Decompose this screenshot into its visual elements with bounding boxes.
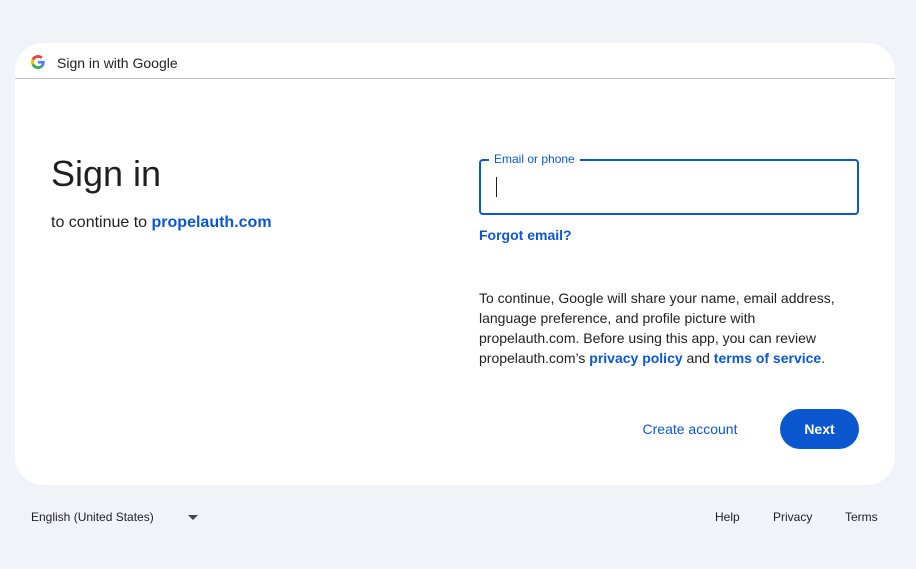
subtitle: to continue to propelauth.com [51,213,272,233]
help-link[interactable]: Help [715,509,740,525]
forgot-email-link[interactable]: Forgot email? [479,226,572,244]
footer: English (United States) Help Privacy Ter… [0,505,916,529]
text-caret [496,177,497,197]
language-selector[interactable]: English (United States) [31,509,154,525]
caret-down-icon[interactable] [188,515,198,520]
google-g-icon [31,55,45,69]
subtitle-text: to continue to [51,214,148,231]
privacy-link[interactable]: Privacy [773,509,812,525]
email-input[interactable] [495,173,845,201]
header-title: Sign in with Google [57,55,178,71]
card-header: Sign in with Google [15,43,895,79]
terms-link[interactable]: Terms [845,509,878,525]
email-field-label: Email or phone [489,152,580,166]
page-title: Sign in [51,153,162,194]
consent-info: To continue, Google will share your name… [479,288,851,368]
terms-of-service-link[interactable]: terms of service [714,350,821,366]
sign-in-card: Sign in with Google Sign in to continue … [15,43,895,485]
privacy-policy-link[interactable]: privacy policy [589,350,682,366]
create-account-button[interactable]: Create account [627,409,753,449]
next-button[interactable]: Next [780,409,859,449]
consent-period: . [821,350,826,366]
consent-and: and [686,350,710,366]
email-field[interactable]: Email or phone [479,152,859,215]
app-domain-link[interactable]: propelauth.com [152,214,272,231]
